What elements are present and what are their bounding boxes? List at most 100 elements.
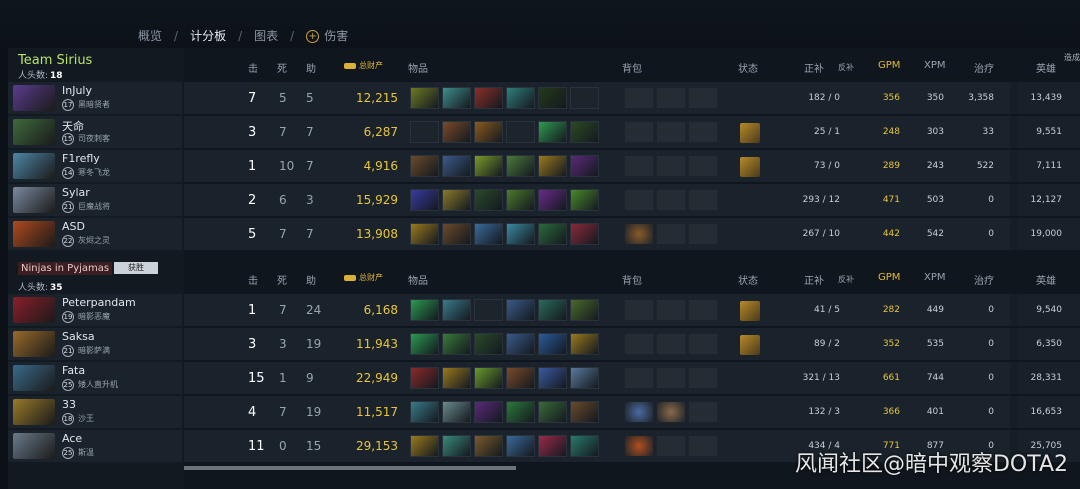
item-slot[interactable] [474,333,503,355]
item-slot[interactable] [442,87,471,109]
player-row[interactable]: 天命 15 司夜刺客 [8,116,182,148]
item-slot[interactable] [538,435,567,457]
backpack-slot[interactable] [624,401,654,423]
item-slot[interactable] [570,401,599,423]
backpack-slot[interactable] [656,121,686,143]
item-slot[interactable] [506,87,535,109]
player-row[interactable]: 33 18 沙王 [8,396,182,428]
tab-overview[interactable]: 概览 [138,27,174,44]
item-slot[interactable] [410,299,439,321]
item-slot[interactable] [570,87,599,109]
backpack-slot[interactable] [624,189,654,211]
item-slot[interactable] [410,401,439,423]
backpack-slot[interactable] [624,367,654,389]
item-slot[interactable] [474,189,503,211]
backpack-slot[interactable] [688,223,718,245]
backpack-slot[interactable] [656,189,686,211]
item-slot[interactable] [410,121,439,143]
item-slot[interactable] [442,333,471,355]
item-slot[interactable] [474,155,503,177]
backpack-slot[interactable] [688,155,718,177]
item-slot[interactable] [506,333,535,355]
item-slot[interactable] [570,333,599,355]
item-slot[interactable] [442,435,471,457]
player-row[interactable]: Saksa 21 暗影萨满 [8,328,182,360]
item-slot[interactable] [538,333,567,355]
item-slot[interactable] [570,189,599,211]
tab-damage[interactable]: + 伤害 [306,27,360,44]
backpack-slot[interactable] [624,155,654,177]
item-slot[interactable] [442,401,471,423]
item-slot[interactable] [538,299,567,321]
item-slot[interactable] [410,189,439,211]
backpack-slot[interactable] [656,367,686,389]
item-slot[interactable] [474,299,503,321]
item-slot[interactable] [538,401,567,423]
tab-scoreboard[interactable]: 计分板 [190,27,238,44]
item-slot[interactable] [538,121,567,143]
item-slot[interactable] [442,121,471,143]
item-slot[interactable] [538,223,567,245]
item-slot[interactable] [506,121,535,143]
item-slot[interactable] [506,299,535,321]
item-slot[interactable] [474,367,503,389]
player-row[interactable]: F1refly 14 寒冬飞龙 [8,150,182,182]
backpack-slot[interactable] [688,401,718,423]
item-slot[interactable] [474,121,503,143]
player-row[interactable]: Peterpandam 19 暗影恶魔 [8,294,182,326]
backpack-slot[interactable] [656,87,686,109]
item-slot[interactable] [570,223,599,245]
backpack-slot[interactable] [688,121,718,143]
backpack-slot[interactable] [688,367,718,389]
backpack-slot[interactable] [624,121,654,143]
item-slot[interactable] [474,435,503,457]
item-slot[interactable] [506,401,535,423]
item-slot[interactable] [506,155,535,177]
backpack-slot[interactable] [688,333,718,355]
item-slot[interactable] [506,189,535,211]
tab-graphs[interactable]: 图表 [254,27,290,44]
backpack-slot[interactable] [624,435,654,457]
item-slot[interactable] [410,367,439,389]
item-slot[interactable] [442,189,471,211]
player-row[interactable]: InJuly 17 黑暗贤者 [8,82,182,114]
backpack-slot[interactable] [688,87,718,109]
backpack-slot[interactable] [624,299,654,321]
backpack-slot[interactable] [624,87,654,109]
item-slot[interactable] [538,189,567,211]
item-slot[interactable] [506,435,535,457]
item-slot[interactable] [538,155,567,177]
item-slot[interactable] [570,121,599,143]
backpack-slot[interactable] [688,299,718,321]
item-slot[interactable] [474,87,503,109]
player-row[interactable]: Sylar 21 巨魔战将 [8,184,182,216]
item-slot[interactable] [570,299,599,321]
item-slot[interactable] [570,367,599,389]
backpack-slot[interactable] [688,189,718,211]
backpack-slot[interactable] [656,299,686,321]
item-slot[interactable] [570,155,599,177]
player-row[interactable]: ASD 22 灰烬之灵 [8,218,182,250]
item-slot[interactable] [538,87,567,109]
item-slot[interactable] [474,401,503,423]
backpack-slot[interactable] [656,223,686,245]
item-slot[interactable] [442,223,471,245]
player-row[interactable]: Ace 25 斯温 [8,430,182,462]
item-slot[interactable] [442,367,471,389]
item-slot[interactable] [442,299,471,321]
backpack-slot[interactable] [656,435,686,457]
item-slot[interactable] [410,333,439,355]
backpack-slot[interactable] [656,155,686,177]
item-slot[interactable] [442,155,471,177]
item-slot[interactable] [538,367,567,389]
item-slot[interactable] [570,435,599,457]
item-slot[interactable] [506,223,535,245]
backpack-slot[interactable] [688,435,718,457]
item-slot[interactable] [474,223,503,245]
item-slot[interactable] [410,87,439,109]
item-slot[interactable] [410,223,439,245]
item-slot[interactable] [506,367,535,389]
backpack-slot[interactable] [624,223,654,245]
backpack-slot[interactable] [656,333,686,355]
backpack-slot[interactable] [624,333,654,355]
